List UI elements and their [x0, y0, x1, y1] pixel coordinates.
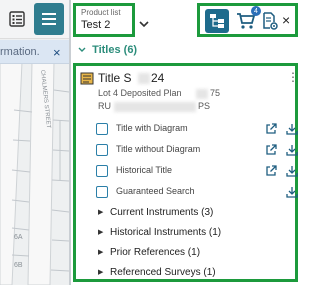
view-toggle [0, 0, 69, 39]
close-icon[interactable]: × [282, 12, 290, 28]
title-card: Title S 24 ⋮ Lot 4 Deposited Plan 75 RU … [73, 63, 299, 282]
close-icon[interactable]: × [53, 45, 61, 60]
titles-header-label: Titles (6) [92, 44, 138, 56]
open-external-icon[interactable] [264, 143, 278, 157]
ru-suffix: PS [198, 101, 211, 111]
titles-section-header[interactable]: Titles (6) [78, 44, 137, 56]
document-settings-button[interactable] [258, 9, 282, 33]
hierarchy-icon [210, 14, 224, 28]
product-list-selector[interactable]: Product list Test 2 [73, 3, 135, 37]
document-settings-icon [263, 12, 278, 30]
lot-number-label: 6B [14, 262, 23, 269]
hierarchy-button[interactable] [205, 9, 229, 33]
ru-prefix: RU [98, 101, 111, 111]
section-label: Prior References (1) [110, 247, 201, 258]
product-checkbox[interactable] [96, 186, 108, 198]
product-label: Title with Diagram [116, 123, 188, 133]
redacted-block [196, 89, 208, 99]
caret-right-icon: ▶ [98, 269, 104, 276]
title-name-suffix: 24 [151, 71, 165, 85]
product-row[interactable]: Guaranteed Search [96, 185, 299, 201]
section-label: Referenced Surveys (1) [110, 267, 216, 278]
cart-button[interactable]: 4 [234, 6, 261, 33]
open-external-icon[interactable] [264, 122, 278, 136]
pane-divider[interactable] [69, 0, 71, 285]
list-view-button[interactable] [2, 3, 32, 35]
menu-view-button[interactable] [34, 3, 64, 35]
hamburger-icon [42, 13, 56, 25]
caret-right-icon: ▶ [98, 209, 104, 216]
map-pane[interactable]: CHALMERS STREET 6A 6B rmation. × [0, 0, 69, 285]
open-external-icon[interactable] [264, 164, 278, 178]
list-view-icon [9, 11, 25, 27]
section-label: Historical Instruments (1) [110, 227, 222, 238]
caret-right-icon: ▶ [98, 249, 104, 256]
caret-right-icon: ▶ [98, 229, 104, 236]
chevron-down-icon[interactable] [139, 21, 149, 28]
lot-number-label: 6A [14, 234, 23, 241]
download-icon[interactable] [285, 164, 299, 178]
folder-icon [80, 72, 94, 85]
product-list-label: Product list [81, 8, 121, 17]
product-row[interactable]: Title without Diagram [96, 143, 299, 159]
product-checkbox[interactable] [96, 165, 108, 177]
more-options-icon[interactable]: ⋮ [287, 70, 299, 84]
lot-description-prefix: Lot 4 Deposited Plan [98, 88, 182, 98]
product-row[interactable]: Title with Diagram [96, 122, 299, 138]
title-name-prefix: Title S [98, 71, 132, 85]
info-banner: rmation. × [0, 40, 69, 64]
section-label: Current Instruments (3) [110, 207, 214, 218]
chevron-down-icon [78, 47, 86, 53]
lot-description-suffix: 75 [210, 88, 221, 98]
redacted-block [138, 73, 150, 84]
product-checkbox[interactable] [96, 144, 108, 156]
product-label: Title without Diagram [116, 144, 201, 154]
product-checkbox[interactable] [96, 123, 108, 135]
product-label: Historical Title [116, 165, 173, 175]
redacted-block [114, 102, 196, 112]
product-label: Guaranteed Search [116, 186, 195, 196]
product-list-value: Test 2 [81, 19, 111, 31]
info-banner-text: rmation. [0, 46, 40, 58]
product-row[interactable]: Historical Title [96, 164, 299, 180]
download-icon[interactable] [285, 185, 299, 199]
download-icon[interactable] [285, 122, 299, 136]
download-icon[interactable] [285, 143, 299, 157]
